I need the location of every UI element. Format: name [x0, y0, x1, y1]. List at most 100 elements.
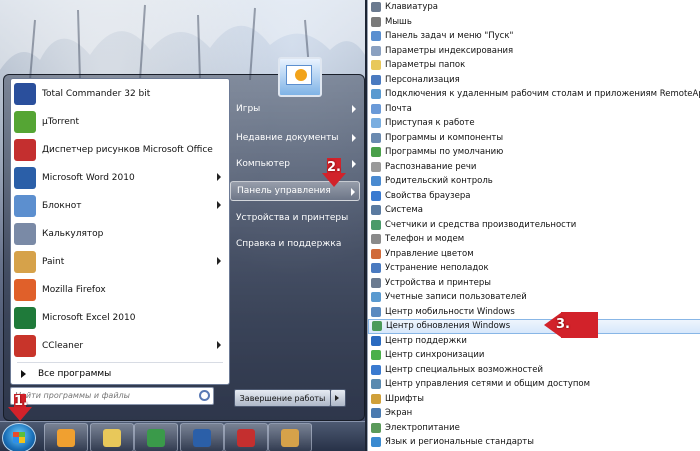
user-picture[interactable]: [278, 57, 322, 97]
control-panel-item-label: Управление цветом: [385, 248, 474, 259]
shutdown-button[interactable]: Завершение работы: [234, 389, 331, 407]
control-panel-item-label: Панель задач и меню "Пуск": [385, 31, 514, 42]
search-box[interactable]: [10, 387, 214, 405]
control-panel-item-icon: [372, 321, 382, 332]
control-panel-item[interactable]: Распознавание речи: [368, 160, 700, 175]
control-panel-list: Клавиатура Мышь Панель задач и меню "Пуск"…: [367, 0, 700, 451]
control-panel-item-icon: [371, 364, 381, 375]
control-panel-item-icon: [371, 263, 381, 274]
control-panel-item-label: Устранение неполадок: [385, 263, 489, 274]
control-panel-item-icon: [371, 219, 381, 230]
control-panel-item[interactable]: Устройства и принтеры: [368, 276, 700, 291]
control-panel-item[interactable]: Панель задач и меню "Пуск": [368, 29, 700, 44]
control-panel-item[interactable]: Программы по умолчанию: [368, 145, 700, 160]
triangle-right-icon: [21, 370, 26, 378]
control-panel-item-label: Центр мобильности Windows: [385, 306, 515, 317]
place-label: Панель управления: [237, 186, 331, 196]
control-panel-item[interactable]: Приступая к работе: [368, 116, 700, 131]
control-panel-item[interactable]: Система: [368, 203, 700, 218]
control-panel-item-icon: [371, 161, 381, 172]
control-panel-item[interactable]: Шрифты: [368, 392, 700, 407]
annotation-label-1: 1.: [14, 394, 28, 409]
control-panel-item[interactable]: Счетчики и средства производительности: [368, 218, 700, 233]
taskbar-button[interactable]: [268, 423, 312, 451]
program-item[interactable]: Paint: [11, 249, 229, 275]
place-item[interactable]: Справка и поддержка: [230, 234, 360, 254]
control-panel-item[interactable]: Учетные записи пользователей: [368, 290, 700, 305]
control-panel-item[interactable]: Персонализация: [368, 73, 700, 88]
search-input[interactable]: [11, 388, 199, 402]
program-item[interactable]: Калькулятор: [11, 221, 229, 247]
program-item[interactable]: Диспетчер рисунков Microsoft Office: [11, 137, 229, 163]
program-item[interactable]: Microsoft Excel 2010: [11, 305, 229, 331]
submenu-arrow-icon[interactable]: [217, 257, 221, 265]
control-panel-item[interactable]: Центр поддержки: [368, 334, 700, 349]
control-panel-item[interactable]: Устранение неполадок: [368, 261, 700, 276]
place-label: Недавние документы: [236, 133, 339, 143]
program-item[interactable]: Блокнот: [11, 193, 229, 219]
control-panel-item-label: Параметры индексирования: [385, 45, 514, 56]
program-item[interactable]: µTorrent: [11, 109, 229, 135]
picture-manager-icon: [14, 139, 36, 161]
program-item[interactable]: Total Commander 32 bit: [11, 81, 229, 107]
taskbar-button[interactable]: [134, 423, 178, 451]
program-item[interactable]: Mozilla Firefox: [11, 277, 229, 303]
taskbar: [0, 421, 365, 451]
control-panel-item-icon: [371, 437, 381, 448]
start-button[interactable]: [2, 423, 36, 451]
picture-manager-icon: [237, 428, 255, 447]
submenu-arrow-icon[interactable]: [217, 201, 221, 209]
taskbar-button[interactable]: [44, 423, 88, 451]
shutdown-options-button[interactable]: [330, 389, 346, 407]
place-item[interactable]: Устройства и принтеры: [230, 208, 360, 228]
control-panel-item[interactable]: Язык и региональные стандарты: [368, 435, 700, 450]
program-item[interactable]: CCleaner: [11, 333, 229, 359]
control-panel-item-icon: [371, 147, 381, 158]
control-panel-item[interactable]: Центр синхронизации: [368, 348, 700, 363]
control-panel-item[interactable]: Центр обновления Windows: [368, 319, 700, 334]
submenu-arrow-icon[interactable]: [217, 341, 221, 349]
place-item[interactable]: Недавние документы: [230, 128, 360, 148]
control-panel-item-icon: [371, 335, 381, 346]
control-panel-item[interactable]: Телефон и модем: [368, 232, 700, 247]
control-panel-item[interactable]: Параметры папок: [368, 58, 700, 73]
control-panel-item-icon: [371, 89, 381, 100]
all-programs-button[interactable]: Все программы: [11, 365, 229, 383]
picture-frame-icon: [286, 65, 312, 85]
control-panel-item-label: Шрифты: [385, 393, 424, 404]
control-panel-item-icon: [371, 248, 381, 259]
control-panel-item[interactable]: Клавиатура: [368, 0, 700, 15]
control-panel-item[interactable]: Родительский контроль: [368, 174, 700, 189]
control-panel-item-icon: [371, 45, 381, 56]
control-panel-item-label: Центр обновления Windows: [386, 321, 511, 332]
taskbar-button[interactable]: [180, 423, 224, 451]
control-panel-item-label: Центр управления сетями и общим доступом: [385, 379, 591, 390]
program-label: Блокнот: [42, 201, 82, 211]
place-item[interactable]: Игры: [230, 99, 360, 119]
control-panel-item[interactable]: Подключения к удаленным рабочим столам и…: [368, 87, 700, 102]
taskbar-button[interactable]: [224, 423, 268, 451]
control-panel-item[interactable]: Центр мобильности Windows: [368, 305, 700, 320]
control-panel-item[interactable]: Почта: [368, 102, 700, 117]
annotation-arrow-1: [8, 407, 32, 421]
control-panel-item[interactable]: Мышь: [368, 15, 700, 30]
control-panel-item[interactable]: Параметры индексирования: [368, 44, 700, 59]
control-panel-item[interactable]: Свойства браузера: [368, 189, 700, 204]
control-panel-item[interactable]: Центр управления сетями и общим доступом: [368, 377, 700, 392]
submenu-arrow-icon[interactable]: [217, 173, 221, 181]
control-panel-item[interactable]: Экран: [368, 406, 700, 421]
control-panel-item-icon: [371, 393, 381, 404]
control-panel-item-label: Программы по умолчанию: [385, 147, 504, 158]
windows-logo-icon: [13, 432, 25, 443]
annotation-label-3: 3.: [556, 317, 570, 332]
explorer-folder-icon: [103, 428, 121, 447]
program-item[interactable]: Microsoft Word 2010: [11, 165, 229, 191]
control-panel-item-icon: [371, 132, 381, 143]
taskbar-button[interactable]: [90, 423, 134, 451]
control-panel-item-label: Свойства браузера: [385, 190, 471, 201]
control-panel-item[interactable]: Управление цветом: [368, 247, 700, 262]
control-panel-item[interactable]: Электропитание: [368, 421, 700, 436]
control-panel-item-icon: [371, 277, 381, 288]
control-panel-item[interactable]: Программы и компоненты: [368, 131, 700, 146]
control-panel-item[interactable]: Центр специальных возможностей: [368, 363, 700, 378]
